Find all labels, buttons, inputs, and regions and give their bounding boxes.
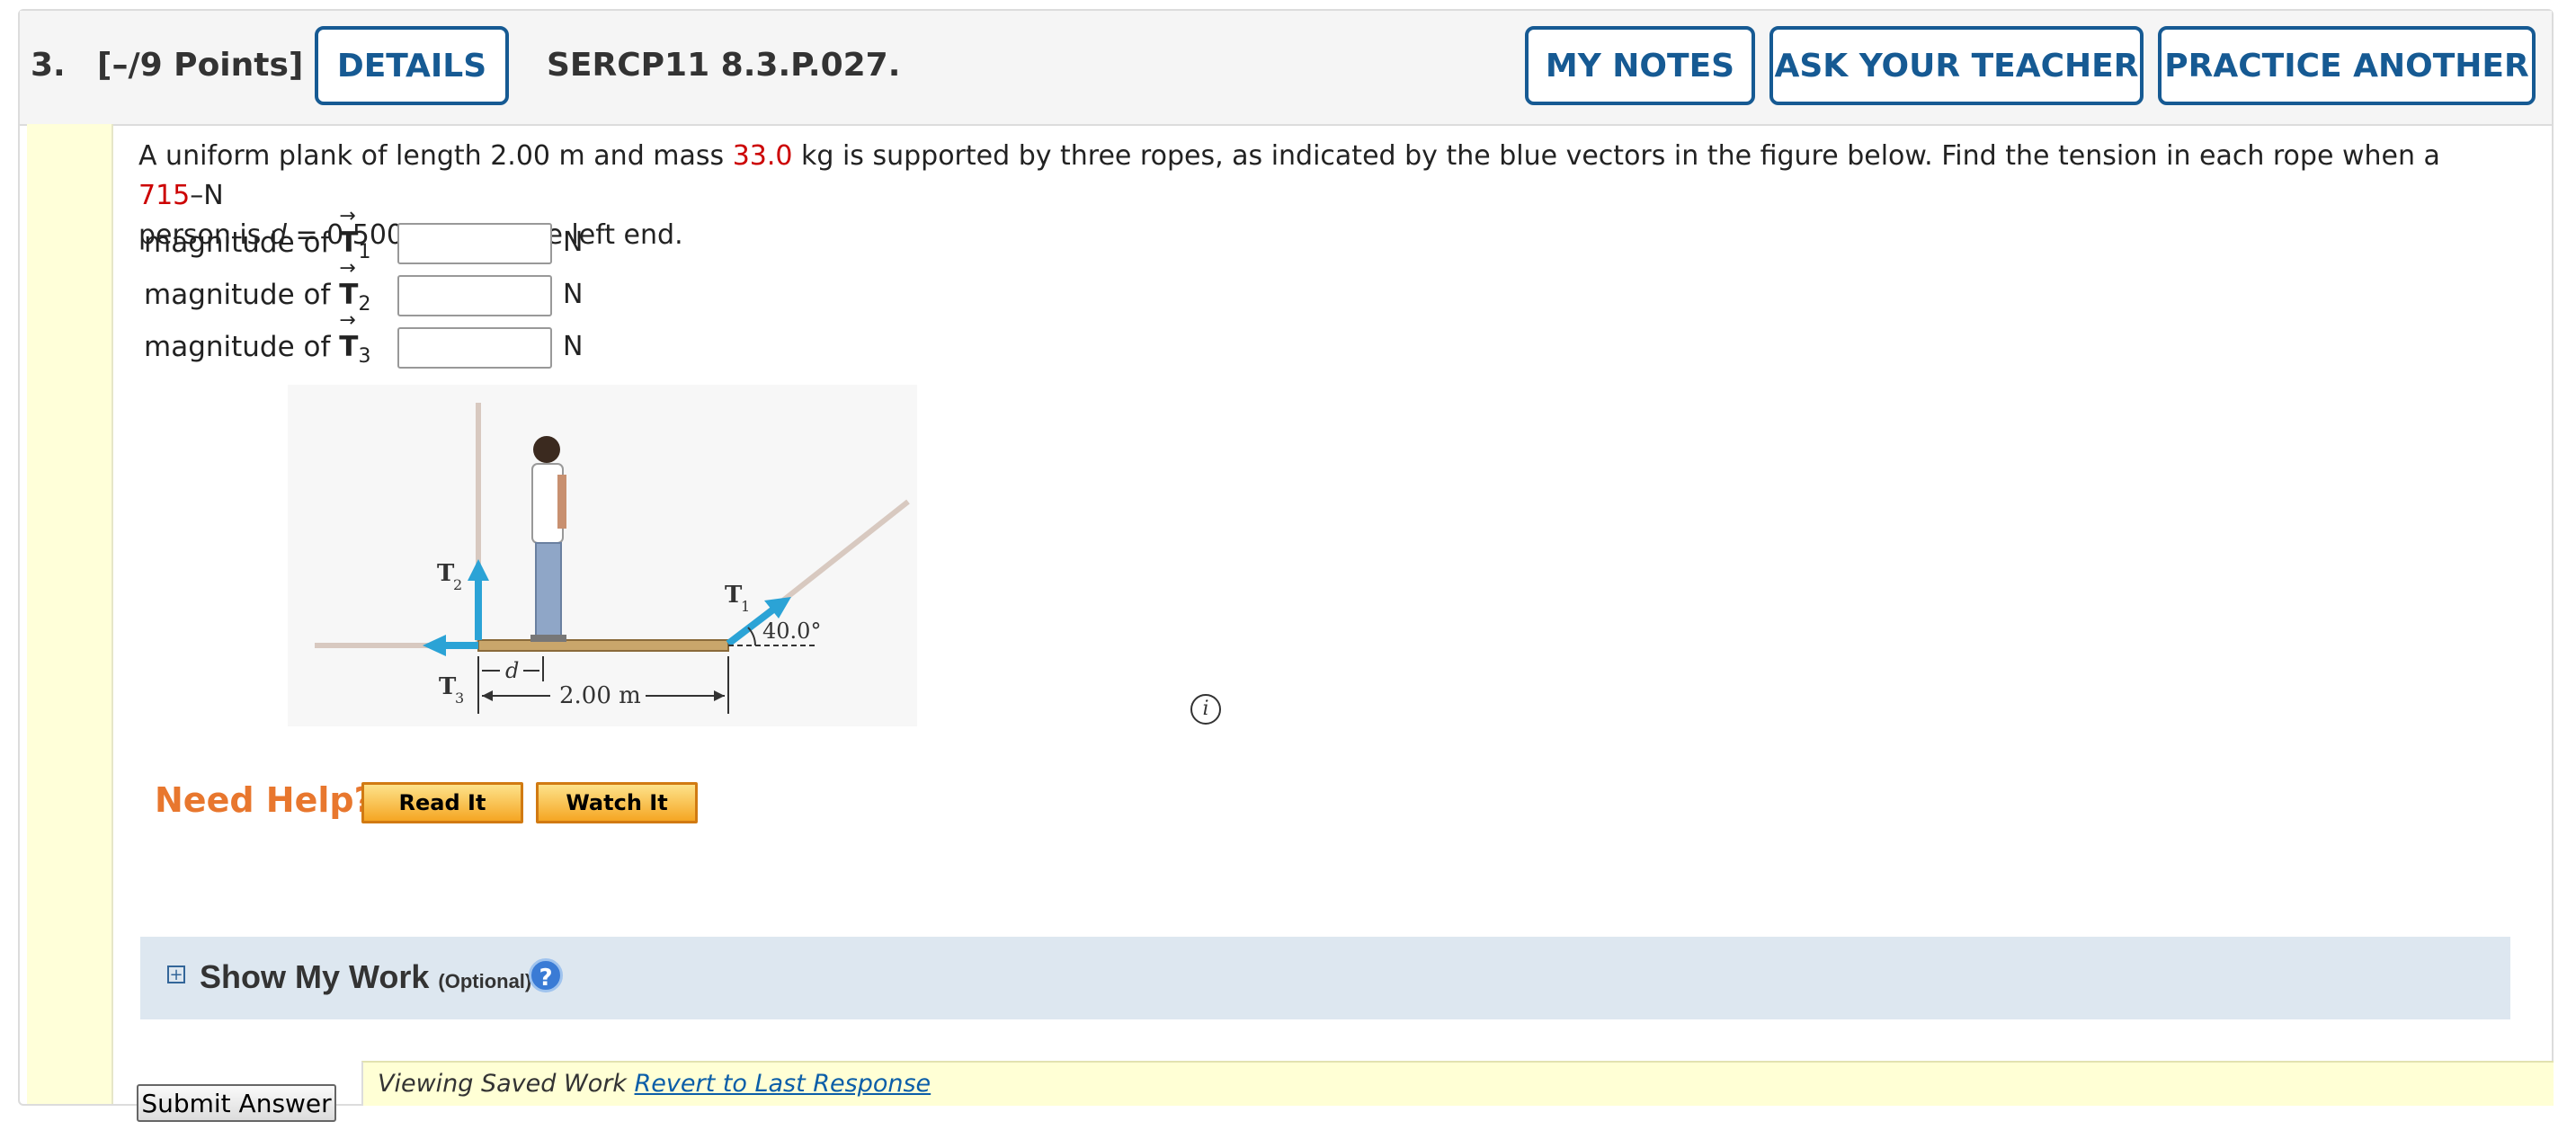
- saved-work-text: Viewing Saved Work Revert to Last Respon…: [378, 1070, 931, 1098]
- answer-label-t2: magnitude of T2: [144, 257, 370, 316]
- problem-code: SERCP11 8.3.P.027.: [547, 47, 901, 84]
- read-it-button[interactable]: Read It: [361, 782, 523, 823]
- question-number: 3.: [31, 47, 66, 84]
- unit-t3: N: [563, 331, 584, 362]
- plank-figure: 40.0° T 2 T 1 T 3 d 2.00 m: [288, 385, 917, 726]
- need-help-label: Need Help?: [155, 780, 374, 820]
- help-question-icon[interactable]: ?: [529, 958, 563, 992]
- plank: [477, 639, 729, 652]
- mass-value: 33.0: [732, 140, 793, 172]
- points-label: [–/9 Points]: [97, 47, 304, 84]
- length-label: 2.00 m: [559, 682, 641, 709]
- d-label: d: [505, 658, 519, 683]
- person-figure: [530, 436, 566, 642]
- t3-label: T: [439, 673, 457, 700]
- answer-label-t1: magnitude of T1: [144, 205, 370, 263]
- my-notes-button[interactable]: MY NOTES: [1525, 26, 1755, 105]
- practice-another-button[interactable]: PRACTICE ANOTHER: [2158, 26, 2536, 105]
- details-button[interactable]: DETAILS: [315, 26, 509, 105]
- weight-value: 715: [138, 180, 191, 211]
- left-indicator-bar: [27, 124, 113, 1104]
- submit-answer-button[interactable]: Submit Answer: [137, 1084, 336, 1122]
- show-my-work-label[interactable]: Show My Work (Optional): [200, 958, 531, 996]
- answer-input-t1[interactable]: [397, 223, 552, 264]
- watch-it-button[interactable]: Watch It: [536, 782, 698, 823]
- answer-label-t3: magnitude of T3: [144, 309, 370, 368]
- svg-text:2: 2: [453, 576, 462, 593]
- figure-background: [288, 385, 917, 726]
- expand-plus-icon[interactable]: +: [167, 965, 185, 983]
- t1-label: T: [725, 582, 743, 609]
- info-icon[interactable]: i: [1190, 694, 1221, 725]
- ask-teacher-button[interactable]: ASK YOUR TEACHER: [1769, 26, 2144, 105]
- unit-t2: N: [563, 279, 584, 310]
- svg-text:3: 3: [455, 690, 464, 707]
- unit-t1: N: [563, 227, 584, 258]
- angle-label: 40.0°: [762, 618, 821, 644]
- answer-input-t2[interactable]: [397, 275, 552, 316]
- svg-text:1: 1: [741, 598, 750, 615]
- t2-label: T: [437, 560, 455, 587]
- revert-link[interactable]: Revert to Last Response: [635, 1070, 931, 1098]
- answer-input-t3[interactable]: [397, 327, 552, 369]
